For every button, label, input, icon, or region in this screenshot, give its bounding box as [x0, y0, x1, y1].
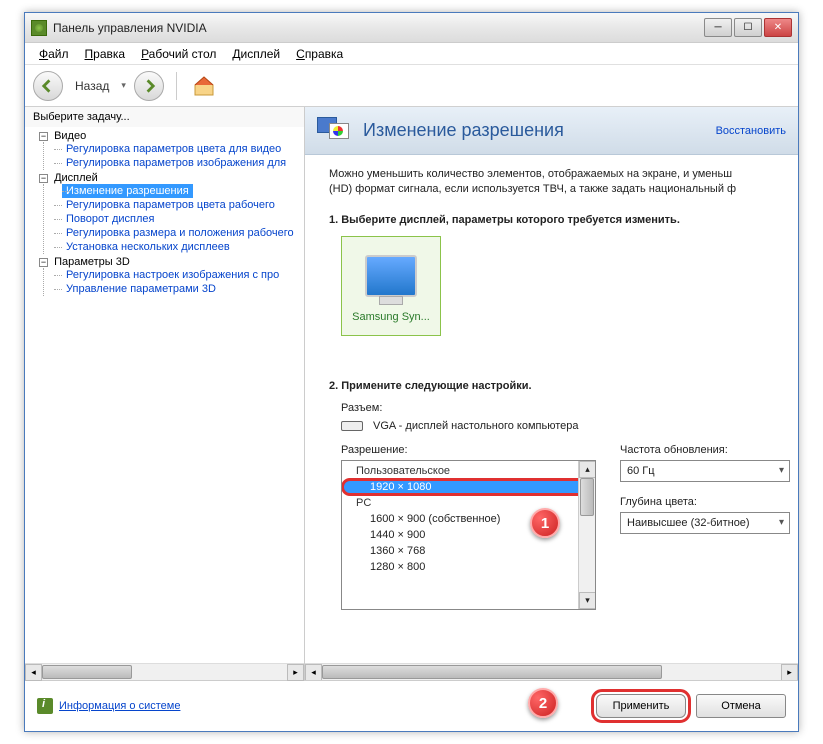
tree-group-display[interactable]: Дисплей [54, 172, 98, 184]
tree-item-rotate[interactable]: Поворот дисплея [54, 212, 304, 226]
resolution-scroll-thumb[interactable] [580, 478, 594, 516]
tree-item-multi-display[interactable]: Установка нескольких дисплеев [54, 240, 304, 254]
toolbar: Назад ▾ [25, 65, 798, 107]
info-icon [37, 698, 53, 714]
main-header: Изменение разрешения Восстановить [305, 107, 798, 155]
titlebar[interactable]: Панель управления NVIDIA ─ ☐ ✕ [25, 13, 798, 43]
step2-title: 2. Примените следующие настройки. [329, 380, 790, 392]
close-button[interactable]: ✕ [764, 18, 792, 37]
scroll-up-icon[interactable]: ▴ [579, 461, 596, 478]
arrow-left-icon [41, 79, 55, 93]
menu-desktop[interactable]: Рабочий стол [135, 45, 222, 63]
menu-file[interactable]: Файл [33, 45, 75, 63]
monitor-icon [365, 255, 417, 297]
home-icon [192, 74, 216, 98]
maximize-button[interactable]: ☐ [734, 18, 762, 37]
callout-1: 1 [530, 508, 560, 538]
restore-link[interactable]: Восстановить [716, 125, 786, 137]
tree-item-video-color[interactable]: Регулировка параметров цвета для видео [54, 142, 304, 156]
res-group-pc: PC [342, 495, 595, 511]
system-info-link[interactable]: Информация о системе [59, 700, 180, 712]
scroll-right-icon[interactable]: ▸ [287, 664, 304, 681]
connector-value: VGA - дисплей настольного компьютера [373, 420, 579, 432]
sidebar: Выберите задачу... − Видео Регулировка п… [25, 107, 305, 680]
resolution-scrollbar[interactable]: ▴ ▾ [578, 461, 595, 609]
nvidia-icon [31, 20, 47, 36]
page-title: Изменение разрешения [363, 120, 716, 141]
res-item-1360x768[interactable]: 1360 × 768 [342, 543, 595, 559]
task-tree: − Видео Регулировка параметров цвета для… [25, 127, 304, 663]
apply-button[interactable]: Применить [596, 694, 686, 718]
tree-item-resolution[interactable]: Изменение разрешения [62, 184, 193, 198]
depth-label: Глубина цвета: [620, 496, 790, 508]
tree-item-video-image[interactable]: Регулировка параметров изображения для [54, 156, 304, 170]
app-window: Панель управления NVIDIA ─ ☐ ✕ Файл Прав… [24, 12, 799, 732]
tree-group-video[interactable]: Видео [54, 130, 86, 142]
display-name-label: Samsung Syn... [352, 311, 430, 323]
display-selector[interactable]: Samsung Syn... [341, 236, 441, 336]
description-text: Можно уменьшить количество элементов, от… [329, 167, 790, 198]
arrow-right-icon [142, 79, 156, 93]
minimize-button[interactable]: ─ [704, 18, 732, 37]
tree-item-3d-image[interactable]: Регулировка настроек изображения с про [54, 268, 304, 282]
back-label: Назад [75, 79, 109, 93]
main-scroll-thumb[interactable] [322, 665, 662, 679]
footer: Информация о системе Применить Отмена [25, 680, 798, 730]
resolution-listbox[interactable]: Пользовательское 1920 × 1080 PC 1600 × 9… [341, 460, 596, 610]
connector-label: Разъем: [341, 402, 790, 414]
main-content: Можно уменьшить количество элементов, от… [305, 155, 798, 663]
forward-button[interactable] [134, 71, 164, 101]
main-scroll-left-icon[interactable]: ◂ [305, 664, 322, 680]
res-item-1280x800[interactable]: 1280 × 800 [342, 559, 595, 575]
sidebar-hscrollbar[interactable]: ◂ ▸ [25, 663, 304, 680]
tree-item-desktop-color[interactable]: Регулировка параметров цвета рабочего [54, 198, 304, 212]
menu-help[interactable]: Справка [290, 45, 349, 63]
tree-item-3d-params[interactable]: Управление параметрами 3D [54, 282, 304, 296]
sidebar-scroll-thumb[interactable] [42, 665, 132, 679]
tree-toggle-video[interactable]: − [39, 132, 48, 141]
cancel-button[interactable]: Отмена [696, 694, 786, 718]
res-item-1920x1080[interactable]: 1920 × 1080 [342, 479, 595, 495]
resolution-label: Разрешение: [341, 444, 596, 456]
depth-dropdown[interactable]: Наивысшее (32-битное) [620, 512, 790, 534]
menu-display[interactable]: Дисплей [226, 45, 286, 63]
home-button[interactable] [189, 71, 219, 101]
callout-2: 2 [528, 688, 558, 718]
back-button[interactable] [33, 71, 63, 101]
tree-toggle-display[interactable]: − [39, 174, 48, 183]
vga-connector-icon [341, 421, 363, 431]
scroll-left-icon[interactable]: ◂ [25, 664, 42, 681]
tree-toggle-3d[interactable]: − [39, 258, 48, 267]
resolution-header-icon [317, 115, 353, 147]
scroll-down-icon[interactable]: ▾ [579, 592, 596, 609]
tree-group-3d[interactable]: Параметры 3D [54, 256, 130, 268]
refresh-label: Частота обновления: [620, 444, 790, 456]
sidebar-title: Выберите задачу... [25, 107, 304, 127]
main-hscrollbar[interactable]: ◂ ▸ [305, 663, 798, 680]
menubar: Файл Правка Рабочий стол Дисплей Справка [25, 43, 798, 65]
step1-title: 1. Выберите дисплей, параметры которого … [329, 214, 790, 226]
window-title: Панель управления NVIDIA [53, 21, 704, 35]
toolbar-separator [176, 72, 177, 100]
back-dropdown[interactable]: ▾ [121, 80, 126, 91]
main-scroll-right-icon[interactable]: ▸ [781, 664, 798, 680]
menu-edit[interactable]: Правка [79, 45, 132, 63]
main-panel: Изменение разрешения Восстановить Можно … [305, 107, 798, 680]
tree-item-size-position[interactable]: Регулировка размера и положения рабочего [54, 226, 304, 240]
refresh-dropdown[interactable]: 60 Гц [620, 460, 790, 482]
res-group-custom: Пользовательское [342, 463, 595, 479]
